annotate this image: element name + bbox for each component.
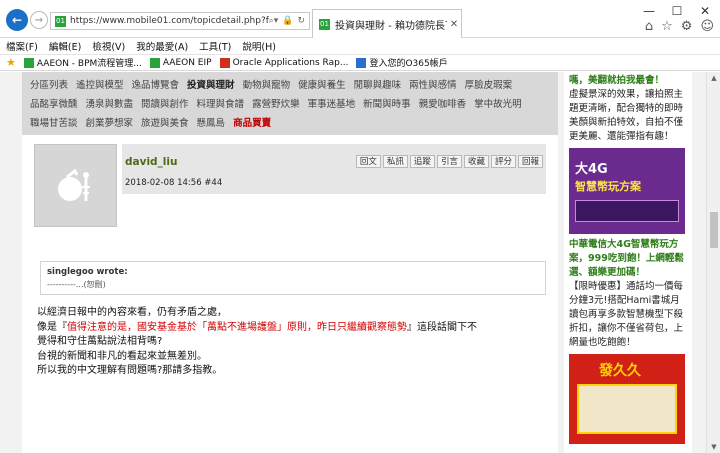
web-page: 分區列表 遙控與模型 逸品博覽會 投資與理財 動物與寵物 健康與養生 閒聊與趣味 兩性與感情厚…: [0, 72, 706, 453]
category-link[interactable]: 創業夢想家: [82, 115, 138, 129]
smiley-icon[interactable]: ☺: [700, 19, 714, 34]
post-timestamp: 2018-02-08 14:56 #44: [125, 178, 223, 188]
category-link[interactable]: 料理與食譜: [193, 96, 249, 110]
favorites-star-icon[interactable]: ☆: [661, 19, 673, 34]
favorite-link[interactable]: AAEON EIP: [149, 57, 212, 68]
post-body: 以經濟日報中的內容來看，仍有矛盾之處， 像是『值得注意的是，國安基金基於「萬點不…: [37, 306, 547, 379]
tab-favicon-icon: 01: [319, 18, 330, 30]
post-actions: 回文 私訊 追蹤 引言 收藏 評分 回報: [355, 155, 543, 168]
menu-view[interactable]: 檢視(V): [92, 39, 125, 53]
post-line: 所以我的中文理解有問題嗎?那請多指教。: [37, 365, 223, 376]
favorite-site-icon: [219, 57, 230, 68]
category-link[interactable]: 掌中故光明: [470, 96, 526, 110]
category-link[interactable]: 湧泉與數盡: [82, 96, 138, 110]
site-favicon-icon: 01: [55, 15, 66, 27]
vertical-scrollbar[interactable]: ▲ ▼: [706, 72, 720, 453]
bookmark-button[interactable]: 收藏: [463, 155, 489, 168]
category-link[interactable]: 閱讀與創作: [137, 96, 193, 110]
quote-author: singlegoo wrote:: [47, 267, 128, 277]
favorite-link[interactable]: 登入您的O365帳戶: [356, 56, 448, 69]
category-link[interactable]: 親愛咖啡香: [415, 96, 471, 110]
author-name[interactable]: david_liu: [125, 156, 178, 168]
url-text[interactable]: https://www.mobile01.com/topicdetail.php…: [70, 16, 269, 26]
address-bar[interactable]: 01 https://www.mobile01.com/topicdetail.…: [50, 12, 310, 30]
category-nav: 分區列表 遙控與模型 逸品博覽會 投資與理財 動物與寵物 健康與養生 閒聊與趣味 兩性與感情厚…: [22, 72, 558, 135]
forward-arrow-icon[interactable]: →: [30, 11, 48, 29]
sidebar-ads: 嗎，美翻就拍我最會！ 虛擬景深的效果，讓拍照主題更清晰，配合獨特的即時美顏與新拍…: [564, 72, 692, 453]
category-link[interactable]: 兩性與感情: [405, 77, 461, 91]
category-link[interactable]: 商品買賣: [229, 115, 275, 129]
post-line: 覺得和守住萬點說法相背嗎?: [37, 336, 163, 347]
favorite-site-icon: [149, 57, 160, 68]
avatar[interactable]: [34, 144, 117, 227]
tab-close-icon[interactable]: ✕: [447, 19, 461, 30]
post-header: david_liu 2018-02-08 14:56 #44 回文 私訊 追蹤 …: [122, 144, 546, 194]
post-line: 以經濟日報中的內容來看，仍有矛盾之處，: [37, 307, 227, 318]
ad-banner-image[interactable]: 發久久: [569, 354, 685, 444]
category-link[interactable]: 逸品博覽會: [128, 77, 184, 91]
ad-headline[interactable]: 嗎，美翻就拍我最會！: [569, 74, 687, 88]
category-link[interactable]: 動物與寵物: [239, 77, 295, 91]
quote-block: singlegoo wrote: ----------...(恕刪): [40, 261, 546, 295]
category-link[interactable]: 厚臉皮瑕案: [461, 77, 517, 91]
ad-description: 【限時優惠】通話均一價每分鐘3元!搭配Hami書城月讀包再享多款智慧機型下殺折扣…: [569, 281, 684, 348]
quote-text: ----------...(恕刪): [47, 280, 106, 289]
category-link[interactable]: 閒聊與趣味: [350, 77, 406, 91]
category-link[interactable]: 職場甘苦談: [26, 115, 82, 129]
highlighted-quote: 值得注意的是，國安基金基於「萬點不進場護盤」原則，昨日只繼續觀察態勢: [67, 321, 407, 333]
category-link[interactable]: 投資與理財: [183, 77, 239, 91]
category-link[interactable]: 旅遊與美食: [137, 115, 193, 129]
menu-edit[interactable]: 編輯(E): [49, 39, 81, 53]
category-link[interactable]: 健康與養生: [294, 77, 350, 91]
favorites-bar-star-icon[interactable]: ★: [6, 56, 16, 69]
ad-description: 虛擬景深的效果，讓拍照主題更清晰，配合獨特的即時美顏與新拍特效，自拍不僅更美麗、…: [569, 89, 684, 142]
menu-bar: 檔案(F) 編輯(E) 檢視(V) 我的最愛(A) 工具(T) 說明(H): [0, 38, 720, 55]
search-dropdown-icon[interactable]: ⌕▾: [269, 16, 279, 26]
scroll-down-icon[interactable]: ▼: [707, 441, 720, 453]
report-button[interactable]: 回報: [517, 155, 543, 168]
browser-tab[interactable]: 01 投資與理財 - 賴功德院長下... ✕: [312, 9, 462, 38]
scroll-up-icon[interactable]: ▲: [707, 72, 720, 84]
home-icon[interactable]: ⌂: [645, 19, 653, 34]
quote-button[interactable]: 引言: [436, 155, 462, 168]
category-link[interactable]: 遙控與模型: [72, 77, 128, 91]
default-avatar-icon: [57, 168, 90, 201]
menu-help[interactable]: 說明(H): [242, 39, 276, 53]
ad-headline[interactable]: 中華電信大4G智慧幣玩方案，999吃到飽！上網輕鬆選、額樂更加碼！: [569, 238, 687, 280]
main-content: 分區列表 遙控與模型 逸品博覽會 投資與理財 動物與寵物 健康與養生 閒聊與趣味 兩性與感情厚…: [22, 72, 558, 453]
category-link[interactable]: 品酩享微醺: [26, 96, 82, 110]
settings-gear-icon[interactable]: ⚙: [681, 19, 693, 34]
private-message-button[interactable]: 私訊: [382, 155, 408, 168]
menu-tools[interactable]: 工具(T): [199, 39, 231, 53]
favorite-link[interactable]: Oracle Applications Rap...: [219, 57, 348, 68]
post-line: 台視的新聞和非凡的看起來並無差別。: [37, 350, 207, 362]
category-link[interactable]: 軍事迷基地: [304, 96, 360, 110]
category-link[interactable]: 分區列表: [26, 77, 72, 91]
browser-toolbar: ← → 01 https://www.mobile01.com/topicdet…: [0, 0, 720, 38]
category-link[interactable]: 新聞與時事: [359, 96, 415, 110]
category-link[interactable]: 懸鳳島: [193, 115, 230, 129]
menu-file[interactable]: 檔案(F): [6, 39, 38, 53]
refresh-icon[interactable]: ↻: [297, 16, 305, 26]
favorite-link[interactable]: AAEON - BPM流程管理...: [23, 56, 142, 69]
lock-icon[interactable]: 🔒: [282, 16, 293, 26]
menu-favorites[interactable]: 我的最愛(A): [136, 39, 188, 53]
scroll-thumb[interactable]: [710, 212, 718, 248]
rate-button[interactable]: 評分: [490, 155, 516, 168]
favorite-site-icon: [23, 57, 34, 68]
follow-button[interactable]: 追蹤: [409, 155, 435, 168]
favorite-site-icon: [356, 57, 367, 68]
reply-button[interactable]: 回文: [355, 155, 381, 168]
back-arrow-icon[interactable]: ←: [6, 9, 28, 31]
category-link[interactable]: 露營野炊樂: [248, 96, 304, 110]
tab-title: 投資與理財 - 賴功德院長下...: [335, 20, 447, 32]
ad-banner-image[interactable]: 大4G 智慧幣玩方案: [569, 148, 685, 234]
favorites-bar: ★ AAEON - BPM流程管理... AAEON EIP Oracle Ap…: [0, 55, 720, 71]
post-line: 像是『值得注意的是，國安基金基於「萬點不進場護盤」原則，昨日只繼續觀察態勢』這段…: [37, 321, 477, 333]
